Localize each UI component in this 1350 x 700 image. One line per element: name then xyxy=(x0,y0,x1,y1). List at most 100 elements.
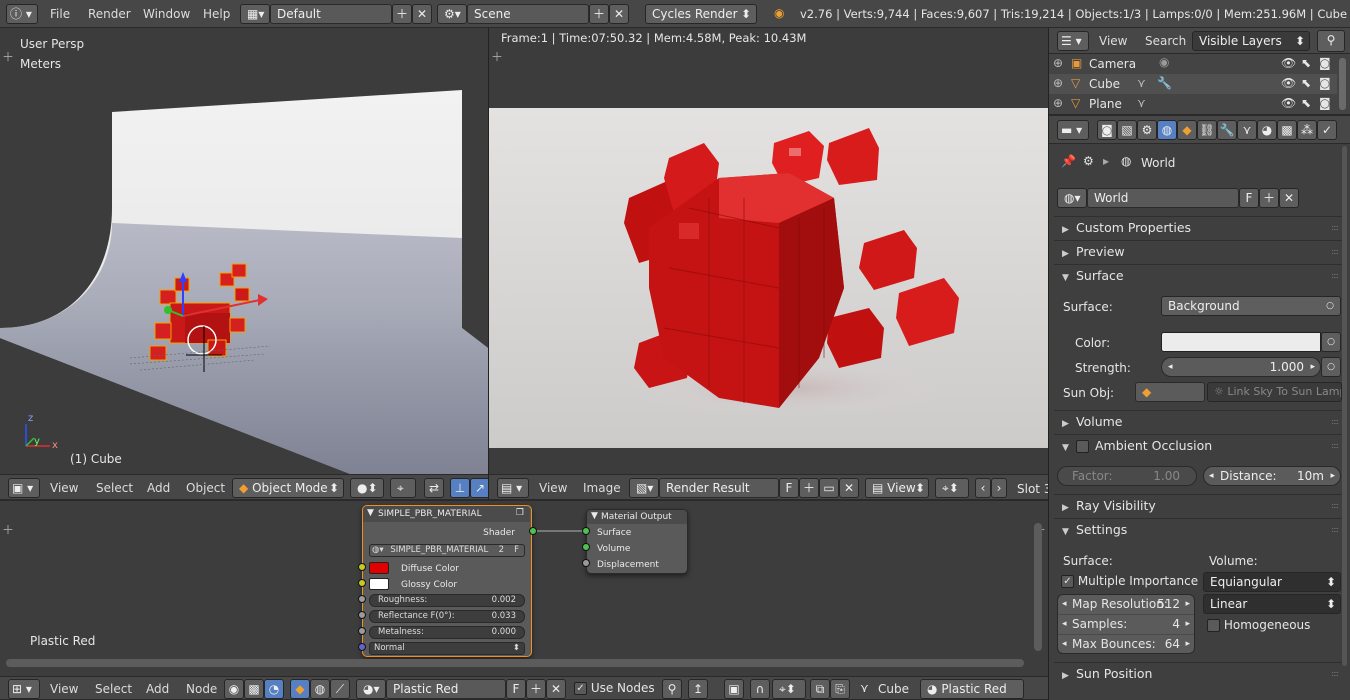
screen-layout-icon-button[interactable]: ▦▾ xyxy=(240,4,270,24)
fake-user-button[interactable]: F xyxy=(1239,188,1259,208)
node-horizontal-scrollbar[interactable] xyxy=(6,659,1024,667)
diffuse-socket[interactable] xyxy=(358,563,366,571)
display-mode-select[interactable]: Visible Layers ⬍ xyxy=(1192,31,1310,51)
editor-type-properties-button[interactable]: ▬ ▾ xyxy=(1057,120,1089,140)
menu-view[interactable]: View xyxy=(539,478,567,498)
samples-field[interactable]: ◂ Samples: 4 ▸ xyxy=(1058,615,1194,635)
mode-select[interactable]: ◆ Object Mode ⬍ xyxy=(232,478,344,498)
cursor-select-icon[interactable]: ⬉ xyxy=(1301,56,1311,70)
view-mode-select[interactable]: ▤ View ⬍ xyxy=(865,478,929,498)
volume-input-socket[interactable] xyxy=(582,543,590,551)
menu-select[interactable]: Select xyxy=(96,478,133,498)
rotate-manipulator-button[interactable]: ↗ xyxy=(470,478,490,498)
material-name-field[interactable]: Plastic Red xyxy=(386,679,506,699)
reflectance-field[interactable]: Reflectance F(0°): 0.033 xyxy=(369,610,525,623)
editor-type-3d-button[interactable]: ▣ ▾ xyxy=(8,478,40,498)
pivot-select[interactable]: ⌖⬍ xyxy=(935,478,969,498)
menu-add[interactable]: Add xyxy=(147,478,170,498)
add-world-button[interactable]: ＋ xyxy=(1259,188,1279,208)
snap-toggle[interactable]: ∩ xyxy=(750,679,770,699)
node-editor[interactable]: ＋ ＋ ▼ SIMPLE_PBR_MATERIAL ❐ Shader ◍▾ SI… xyxy=(0,500,1048,676)
manipulator-toggle[interactable]: ⇄ xyxy=(424,478,444,498)
copy-nodes-button[interactable]: ⧉ xyxy=(810,679,830,699)
group-select[interactable]: ◍▾ SIMPLE_PBR_MATERIAL 2 F xyxy=(369,544,525,557)
collapse-arrow-icon[interactable]: ▼ xyxy=(591,511,598,521)
glossy-socket[interactable] xyxy=(358,579,366,587)
eye-icon[interactable]: 👁 xyxy=(1281,56,1296,70)
outliner-row[interactable]: ⊕ ▽ Cube ⋎ 🔧 👁 ⬉ ◙ xyxy=(1049,74,1337,94)
map-resolution-field[interactable]: ◂ Map Resolution: 512 ▸ xyxy=(1058,595,1194,615)
outliner-item-label[interactable]: Plane xyxy=(1089,97,1122,111)
material-output-node[interactable]: ▼ Material Output Surface Volume Displac… xyxy=(586,509,688,574)
camera-render-icon[interactable]: ◙ xyxy=(1319,96,1331,110)
remove-layout-button[interactable]: ✕ xyxy=(412,4,432,24)
new-image-button[interactable]: ＋ xyxy=(799,478,819,498)
fake-user-button[interactable]: F xyxy=(779,478,799,498)
paste-nodes-button[interactable]: ⎘ xyxy=(830,679,850,699)
world-shader-button[interactable]: ◍ xyxy=(310,679,330,699)
ao-distance-field[interactable]: ◂ Distance: 10m ▸ xyxy=(1203,466,1341,486)
region-plus-icon[interactable]: ＋ xyxy=(2,48,14,65)
displacement-input-socket[interactable] xyxy=(582,559,590,567)
tab-texture[interactable]: ▩ xyxy=(1277,120,1297,140)
material-slot-select[interactable]: ◕ Plastic Red xyxy=(920,679,1024,699)
outliner-row[interactable]: ⊕ ▽ Plane ⋎ 👁 ⬉ ◙ xyxy=(1049,94,1337,114)
tab-material[interactable]: ◕ xyxy=(1257,120,1277,140)
3d-viewport[interactable]: z y x User Persp Meters (1) Cube ＋ xyxy=(0,28,488,474)
glossy-color-swatch[interactable] xyxy=(369,578,389,590)
unlink-world-button[interactable]: ✕ xyxy=(1279,188,1299,208)
scene-field[interactable]: Scene xyxy=(467,4,589,24)
shader-tree-button[interactable]: ◉ xyxy=(224,679,244,699)
compositing-tree-button[interactable]: ◔ xyxy=(264,679,284,699)
shading-select[interactable]: ●⬍ xyxy=(350,478,384,498)
roughness-field[interactable]: Roughness: 0.002 xyxy=(369,594,525,607)
strength-link-button[interactable]: ○ xyxy=(1321,357,1341,377)
shader-output-socket[interactable] xyxy=(529,527,537,535)
tab-physics[interactable]: ✓ xyxy=(1317,120,1337,140)
collapse-arrow-icon[interactable]: ▼ xyxy=(367,508,374,518)
slot-label[interactable]: Slot 3 xyxy=(1017,482,1051,496)
tab-object[interactable]: ◆ xyxy=(1177,120,1197,140)
expand-icon[interactable]: ⊕ xyxy=(1053,96,1063,110)
panel-preview[interactable]: ▶ Preview:::: xyxy=(1054,240,1344,262)
translate-manipulator-button[interactable]: ⊥ xyxy=(450,478,470,498)
editor-type-node-button[interactable]: ⊞ ▾ xyxy=(8,679,40,699)
menu-node[interactable]: Node xyxy=(186,679,217,699)
color-swatch[interactable] xyxy=(1161,332,1321,352)
tab-data[interactable]: ⋎ xyxy=(1237,120,1257,140)
tab-scene[interactable]: ⚙ xyxy=(1137,120,1157,140)
properties-scrollbar[interactable] xyxy=(1342,146,1347,666)
color-link-button[interactable]: ○ xyxy=(1321,332,1341,352)
reflectance-socket[interactable] xyxy=(358,611,366,619)
pin-tree-button[interactable]: ⚲ xyxy=(662,679,682,699)
camera-render-icon[interactable]: ◙ xyxy=(1319,56,1331,70)
panel-ray-visibility[interactable]: ▶ Ray Visibility:::: xyxy=(1054,494,1344,516)
menu-render[interactable]: Render xyxy=(88,4,131,24)
menu-image[interactable]: Image xyxy=(583,478,621,498)
texture-tree-button[interactable]: ▩ xyxy=(244,679,264,699)
volume-sampling-select[interactable]: Equiangular ⬍ xyxy=(1203,572,1341,592)
search-button[interactable]: ⚲ xyxy=(1317,30,1345,52)
open-image-button[interactable]: ▭ xyxy=(819,478,839,498)
new-material-button[interactable]: ＋ xyxy=(526,679,546,699)
tab-render[interactable]: ◙ xyxy=(1097,120,1117,140)
normal-socket[interactable] xyxy=(358,643,366,651)
cursor-select-icon[interactable]: ⬉ xyxy=(1301,96,1311,110)
panel-sun-position[interactable]: ▶ Sun Position:::: xyxy=(1054,662,1344,684)
node-vertical-scrollbar[interactable] xyxy=(1034,523,1042,651)
surface-input-socket[interactable] xyxy=(582,527,590,535)
eye-icon[interactable]: 👁 xyxy=(1281,76,1296,90)
render-result-area[interactable]: Frame:1 | Time:07:50.32 | Mem:4.58M, Pea… xyxy=(489,28,1048,474)
node-header[interactable]: ▼ Material Output xyxy=(587,510,687,524)
menu-file[interactable]: File xyxy=(50,4,70,24)
menu-help[interactable]: Help xyxy=(203,4,230,24)
pbr-group-node[interactable]: ▼ SIMPLE_PBR_MATERIAL ❐ Shader ◍▾ SIMPLE… xyxy=(362,505,532,657)
outliner-item-label[interactable]: Cube xyxy=(1089,77,1120,91)
cursor-select-icon[interactable]: ⬉ xyxy=(1301,76,1311,90)
world-name-field[interactable]: World xyxy=(1087,188,1239,208)
line-style-button[interactable]: ⟋ xyxy=(330,679,350,699)
tab-constraints[interactable]: ⛓ xyxy=(1197,120,1217,140)
expand-icon[interactable]: ⊕ xyxy=(1053,76,1063,90)
metalness-field[interactable]: Metalness: 0.000 xyxy=(369,626,525,639)
image-name-field[interactable]: Render Result xyxy=(659,478,779,498)
